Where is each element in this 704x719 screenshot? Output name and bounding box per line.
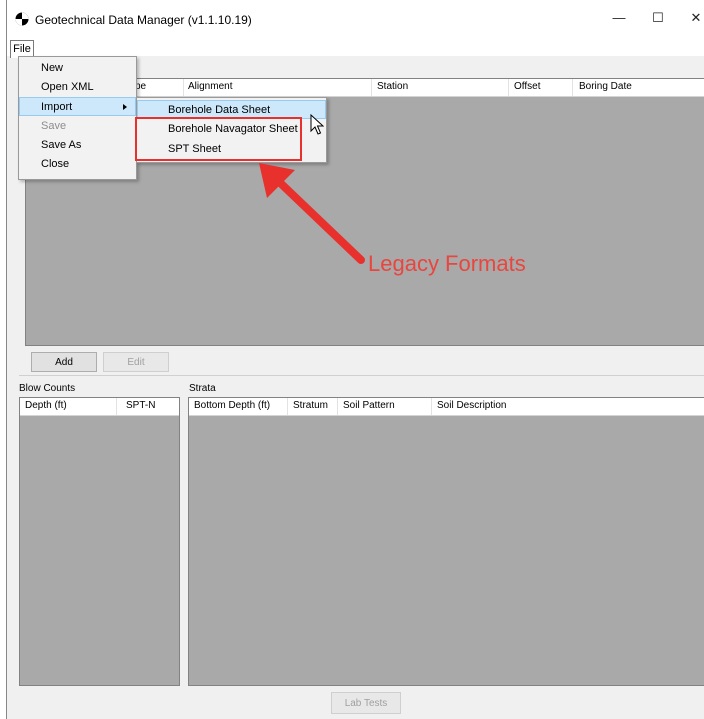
legacy-formats-highlight-box bbox=[135, 117, 302, 161]
column-soil-description[interactable]: Soil Description bbox=[437, 400, 506, 411]
app-logo-icon bbox=[15, 12, 29, 26]
blow-counts-group-label: Blow Counts bbox=[19, 383, 76, 394]
menu-item-close[interactable]: Close bbox=[19, 155, 136, 174]
strata-table[interactable]: Bottom Depth (ft) Stratum Soil Pattern S… bbox=[188, 397, 704, 686]
menu-item-save-as[interactable]: Save As bbox=[19, 136, 136, 155]
blow-counts-table[interactable]: Depth (ft) SPT-N bbox=[19, 397, 180, 686]
column-boring-date[interactable]: Boring Date bbox=[579, 81, 632, 92]
column-alignment[interactable]: Alignment bbox=[188, 81, 232, 92]
column-spt-n[interactable]: SPT-N bbox=[126, 400, 155, 411]
lab-tests-button[interactable]: Lab Tests bbox=[331, 692, 401, 714]
column-bottom-depth[interactable]: Bottom Depth (ft) bbox=[194, 400, 270, 411]
legacy-formats-annotation: Legacy Formats bbox=[368, 251, 526, 276]
column-offset[interactable]: Offset bbox=[514, 81, 541, 92]
menu-bar bbox=[7, 36, 704, 56]
close-button[interactable]: ✕ bbox=[682, 8, 704, 28]
minimize-button[interactable]: — bbox=[605, 8, 633, 28]
menu-item-save[interactable]: Save bbox=[19, 117, 136, 136]
edit-button[interactable]: Edit bbox=[103, 352, 169, 372]
submenu-arrow-icon bbox=[123, 104, 127, 110]
menu-item-open-xml[interactable]: Open XML bbox=[19, 78, 136, 97]
strata-header: Bottom Depth (ft) Stratum Soil Pattern S… bbox=[189, 398, 704, 416]
app-window: Geotechnical Data Manager (v1.1.10.19) —… bbox=[6, 0, 704, 719]
red-arrow-icon bbox=[259, 163, 365, 264]
window-title: Geotechnical Data Manager (v1.1.10.19) bbox=[35, 13, 252, 27]
column-station[interactable]: Station bbox=[377, 81, 408, 92]
maximize-button[interactable]: ☐ bbox=[644, 8, 672, 28]
menu-item-import[interactable]: Import bbox=[19, 97, 136, 116]
title-bar: Geotechnical Data Manager (v1.1.10.19) —… bbox=[7, 0, 704, 36]
add-button[interactable]: Add bbox=[31, 352, 97, 372]
column-stratum[interactable]: Stratum bbox=[293, 400, 328, 411]
file-menu-dropdown: New Open XML Import Save Save As Close bbox=[18, 56, 137, 180]
column-depth[interactable]: Depth (ft) bbox=[25, 400, 67, 411]
menu-item-new[interactable]: New bbox=[19, 59, 136, 78]
strata-group-label: Strata bbox=[189, 383, 216, 394]
blow-counts-header: Depth (ft) SPT-N bbox=[20, 398, 179, 416]
mouse-cursor-icon bbox=[310, 114, 324, 135]
column-soil-pattern[interactable]: Soil Pattern bbox=[343, 400, 395, 411]
